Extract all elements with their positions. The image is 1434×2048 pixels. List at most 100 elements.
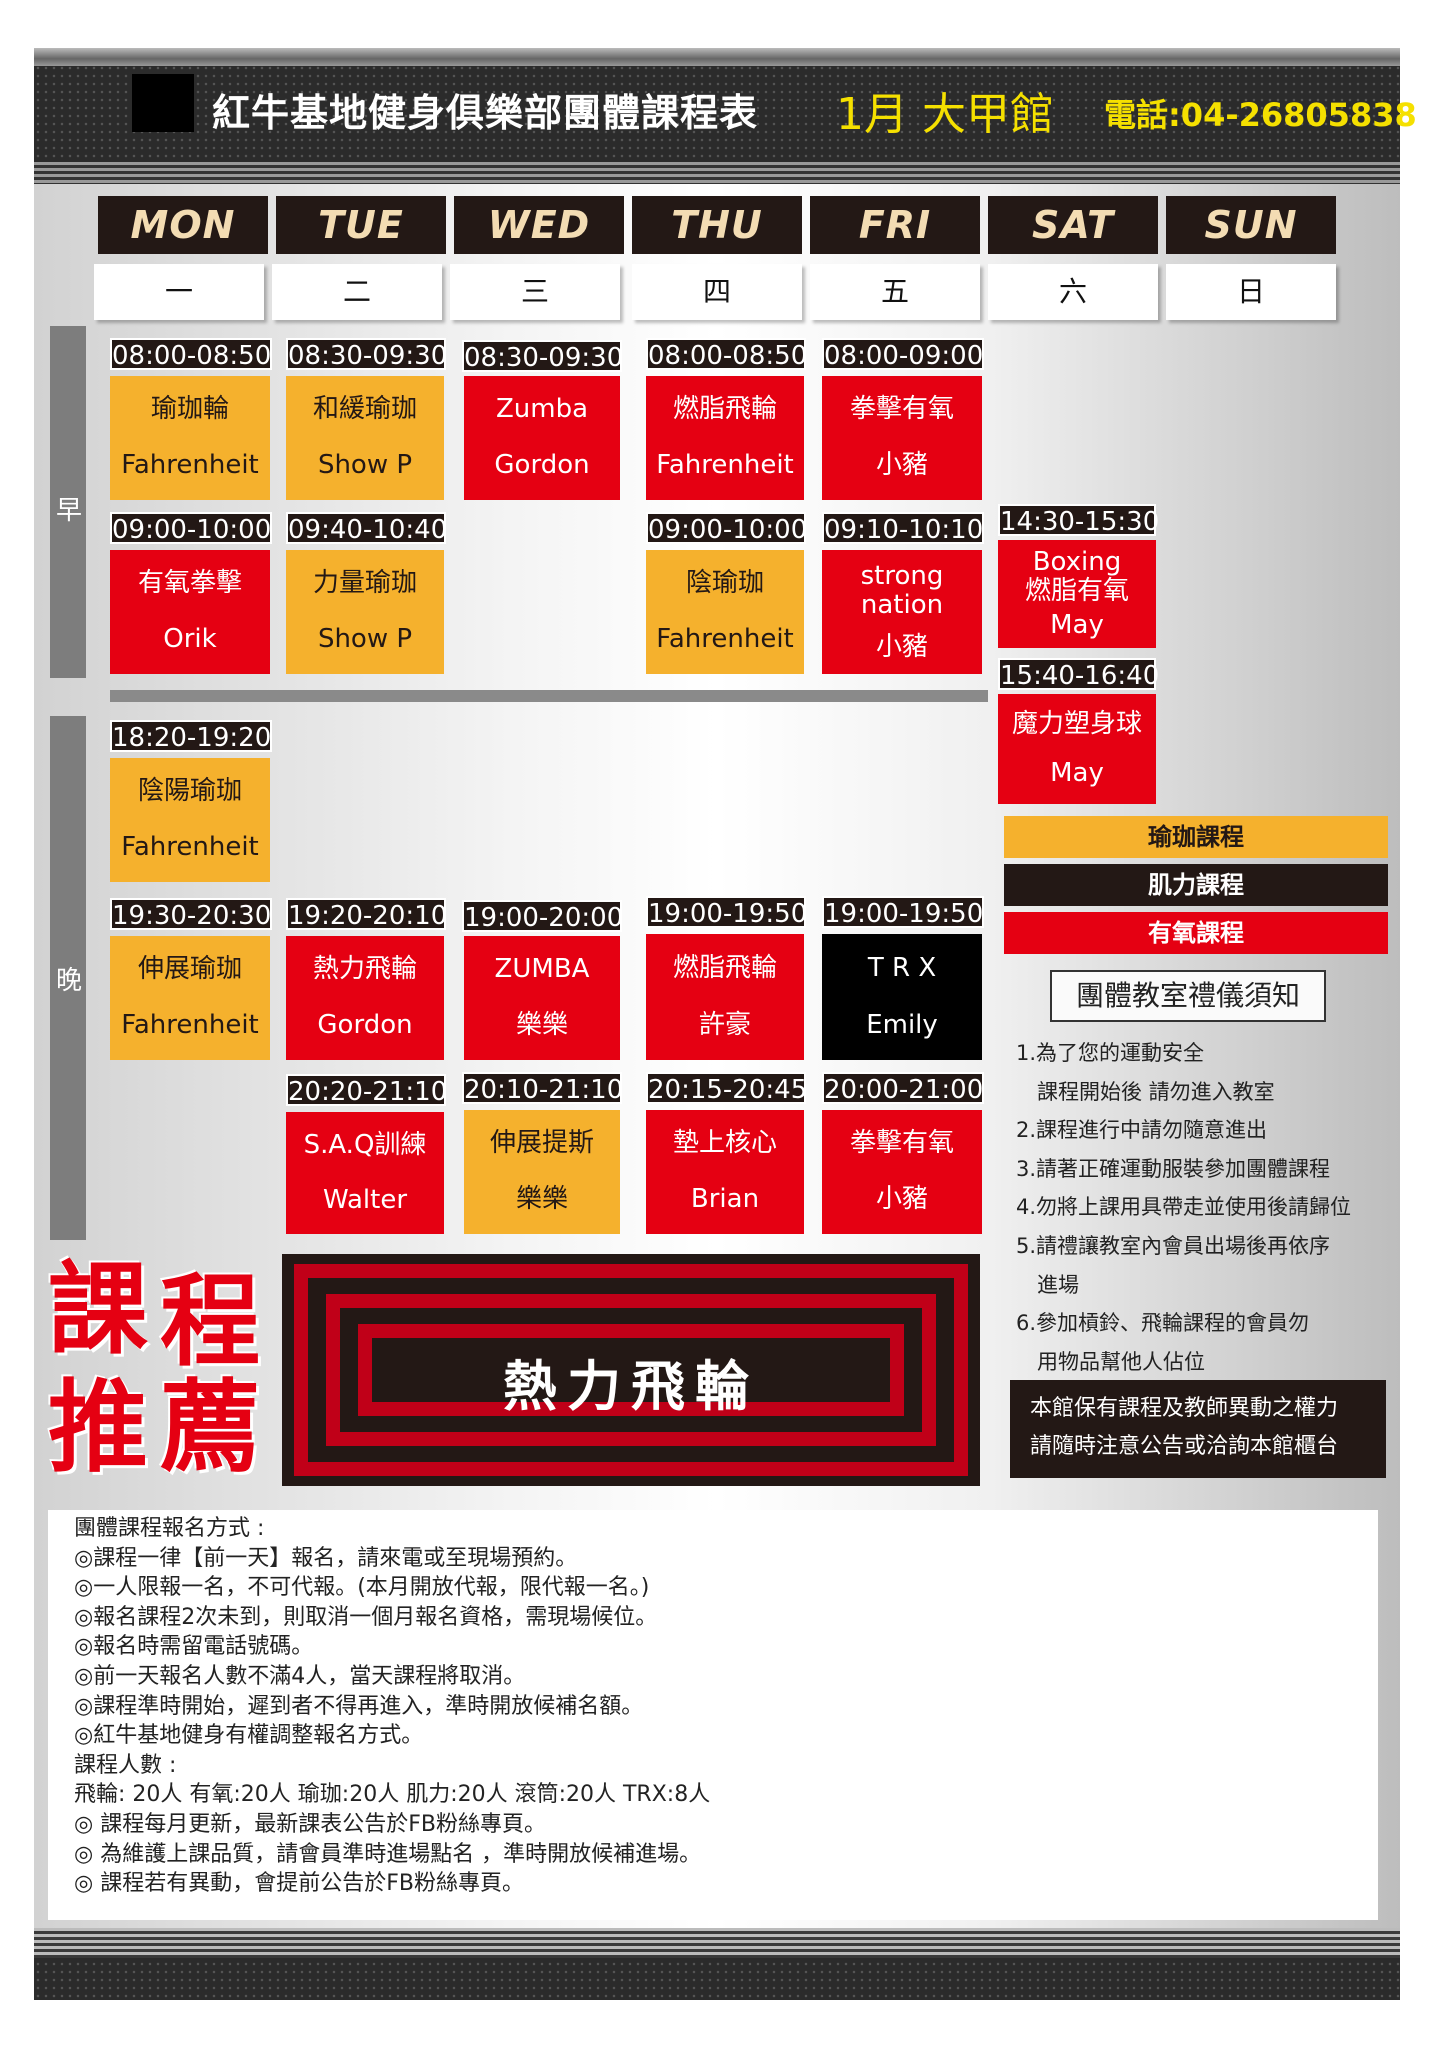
rule-line: 課程開始後 請勿進入教室 [1016, 1079, 1275, 1104]
class-time: 19:30-20:30 [110, 898, 272, 931]
class-block: 有氧拳擊 Orik [110, 550, 270, 674]
schedule-page: 紅牛基地健身俱樂部團體課程表 1月 大甲館 電話:04-26805838 MON… [0, 0, 1434, 2048]
rule-line: 1.為了您的運動安全 [1016, 1041, 1205, 1065]
class-block: 陰瑜珈 Fahrenheit [646, 550, 804, 674]
class-block: ZUMBA 樂樂 [464, 936, 620, 1060]
class-time: 19:00-19:50 [646, 896, 807, 929]
page-title: 紅牛基地健身俱樂部團體課程表 [212, 91, 759, 135]
period-morning: 早 [50, 326, 86, 678]
class-block: 和緩瑜珈 Show P [286, 376, 444, 500]
promo-class-name: 熱力飛輪 [503, 1355, 759, 1418]
footer-bar [34, 1928, 1400, 2000]
class-time: 09:40-10:40 [286, 512, 447, 545]
promo-char: 程 [160, 1263, 260, 1380]
class-teacher: Fahrenheit [121, 1010, 259, 1041]
promo-char: 薦 [160, 1369, 260, 1486]
class-teacher: Emily [866, 1009, 938, 1040]
class-name: 伸展提斯 [489, 1128, 594, 1159]
signup-line: 團體課程報名方式 : [74, 1516, 265, 1541]
morning-evening-divider [110, 690, 988, 702]
class-teacher: Fahrenheit [121, 450, 259, 481]
class-block: 陰陽瑜珈 Fahrenheit [110, 758, 270, 882]
rule-line: 6.參加槓鈴、飛輪課程的會員勿 [1016, 1311, 1310, 1336]
signup-line: 課程人數 : [74, 1752, 177, 1778]
class-name: 拳擊有氧 [849, 1128, 954, 1159]
class-block: 燃脂飛輪 許豪 [646, 934, 804, 1060]
day-header-wed: WED [454, 196, 624, 254]
class-teacher: Gordon [317, 1010, 413, 1041]
rule-line: 進場 [1016, 1272, 1079, 1297]
class-time: 09:00-10:00 [646, 512, 807, 545]
rule-line: 3.請著正確運動服裝參加團體課程 [1016, 1156, 1331, 1181]
promo-label: 課 程 推 薦 [48, 1260, 270, 1488]
class-name: 陰瑜珈 [685, 568, 764, 599]
class-teacher: Fahrenheit [656, 450, 794, 481]
class-block: 力量瑜珈 Show P [286, 550, 444, 674]
class-name: 墊上核心 [672, 1128, 777, 1159]
class-time: 08:30-09:30 [286, 338, 447, 371]
signup-line: ◎紅牛基地健身有權調整報名方式。 [74, 1723, 424, 1749]
class-name: T R X [867, 952, 937, 983]
legend-strength: 肌力課程 [1004, 864, 1388, 906]
signup-line: ◎課程準時開始，遲到者不得再進入，準時開放候補名額。 [74, 1693, 644, 1719]
legend-yoga: 瑜珈課程 [1004, 816, 1388, 858]
class-name: 熱力飛輪 [312, 954, 417, 985]
class-name: 燃脂飛輪 [672, 952, 777, 983]
day-header-mon: MON [98, 196, 268, 254]
signup-line: 飛輪: 20人 有氧:20人 瑜珈:20人 肌力:20人 滾筒:20人 TRX:… [74, 1782, 711, 1808]
class-time: 08:30-09:30 [462, 340, 623, 373]
class-name: 伸展瑜珈 [137, 954, 242, 985]
class-teacher: May [1050, 757, 1104, 788]
header-top-bar [34, 48, 1400, 66]
day-zh-sat: 六 [988, 264, 1158, 320]
class-time: 08:00-08:50 [646, 338, 807, 371]
class-name: S.A.Q訓練 [303, 1129, 427, 1160]
class-time: 15:40-16:40 [998, 658, 1159, 691]
period-morning-label: 早 [56, 496, 83, 526]
signup-line: ◎ 課程若有異動，會提前公告於FB粉絲專頁。 [74, 1871, 524, 1897]
signup-info: 團體課程報名方式 : ◎課程一律【前一天】報名，請來電或至現場預約。 ◎一人限報… [48, 1510, 1378, 1920]
class-time: 20:15-20:45 [646, 1072, 807, 1105]
class-time: 18:20-19:20 [110, 720, 272, 753]
phone-number: 電話:04-26805838 [1104, 96, 1417, 134]
promo-char: 推 [48, 1369, 148, 1486]
class-block: Boxing 燃脂有氧 May [998, 540, 1156, 648]
day-zh-wed: 三 [450, 264, 620, 320]
class-name: 魔力塑身球 [1011, 708, 1142, 739]
class-name: Boxing 燃脂有氧 [1024, 546, 1129, 607]
class-name: 瑜珈輪 [150, 394, 229, 425]
class-block: 拳擊有氧 小豬 [822, 1110, 982, 1234]
rule-line: 2.課程進行中請勿隨意進出 [1016, 1118, 1268, 1143]
class-block: 燃脂飛輪 Fahrenheit [646, 376, 804, 500]
class-name: 有氧拳擊 [137, 568, 242, 599]
class-time: 19:00-19:50 [822, 896, 984, 929]
class-block: 拳擊有氧 小豬 [822, 376, 982, 500]
class-block: strong nation 小豬 [822, 550, 982, 674]
class-teacher: 樂樂 [515, 1010, 568, 1041]
rule-line: 用物品幫他人佔位 [1016, 1349, 1205, 1374]
day-header-sat: SAT [988, 196, 1158, 254]
etiquette-rules: 1.為了您的運動安全 課程開始後 請勿進入教室 2.課程進行中請勿隨意進出 3.… [1016, 1034, 1396, 1381]
class-teacher: Walter [322, 1184, 408, 1215]
month-branch: 1月 大甲館 [836, 89, 1054, 140]
class-teacher: Fahrenheit [121, 832, 259, 863]
class-block: Zumba Gordon [464, 376, 620, 500]
class-block: 墊上核心 Brian [646, 1110, 804, 1234]
notice-line: 本館保有課程及教師異動之權力 [1030, 1396, 1339, 1421]
class-name: strong nation [860, 560, 944, 621]
class-name: 燃脂飛輪 [672, 394, 777, 425]
promo-banner: 熱力飛輪 [282, 1254, 980, 1486]
signup-line: ◎前一天報名人數不滿4人，當天課程將取消。 [74, 1663, 526, 1689]
class-teacher: Fahrenheit [656, 624, 794, 655]
rights-notice: 本館保有課程及教師異動之權力 請隨時注意公告或洽詢本館櫃台 [1010, 1380, 1386, 1478]
class-teacher: 樂樂 [515, 1184, 568, 1215]
etiquette-title: 團體教室禮儀須知 [1050, 970, 1326, 1022]
footer-stripe [34, 1928, 1400, 1958]
signup-line: ◎課程一律【前一天】報名，請來電或至現場預約。 [74, 1545, 578, 1571]
class-time: 20:10-21:10 [462, 1072, 623, 1105]
class-time: 20:20-21:10 [286, 1074, 447, 1107]
day-zh-thu: 四 [632, 264, 802, 320]
signup-line: ◎報名課程2次未到，則取消一個月報名資格，需現場候位。 [74, 1604, 658, 1630]
class-time: 08:00-09:00 [822, 338, 984, 371]
logo-redacted [132, 74, 194, 132]
